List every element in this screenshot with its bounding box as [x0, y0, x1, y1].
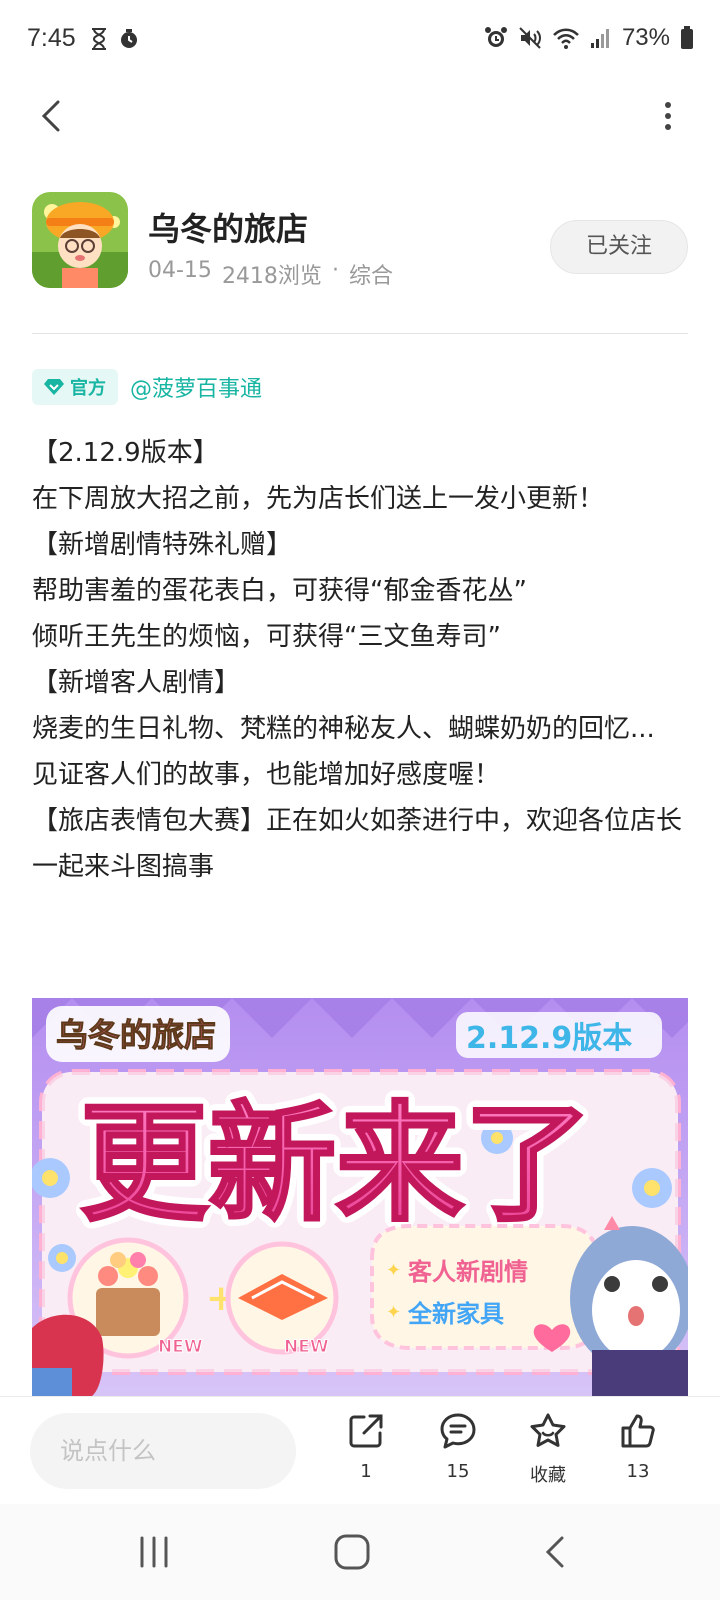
top-navigation: [0, 80, 720, 150]
post-line: 烧麦的生日礼物、梵糕的神秘友人、蝴蝶奶奶的回忆...: [32, 714, 655, 744]
new-badge: NEW: [284, 1337, 329, 1357]
view-count: 2418浏览: [221, 264, 322, 289]
post-line: 【新增客人剧情】: [32, 668, 241, 698]
like-button[interactable]: 13: [608, 1411, 668, 1491]
post-line: 倾听王先生的烦恼，可获得“三文鱼寿司”: [32, 622, 501, 652]
star-icon: [530, 1413, 566, 1447]
comment-input[interactable]: 说点什么: [30, 1413, 296, 1489]
post-banner-image[interactable]: 乌冬的旅店 2.12.9版本 更新来了 更新来了 NEW + NEW ✦ 客人新…: [32, 998, 688, 1396]
post-line: 见证客人们的故事，也能增加好感度喔！: [32, 760, 501, 790]
tag-row: 官方 @菠萝百事通: [32, 368, 262, 406]
status-bar: 7:45 73%: [0, 0, 720, 80]
post-meta: 04-15 2418浏览 · 综合: [148, 258, 393, 290]
post-category[interactable]: 综合: [349, 258, 393, 290]
mute-icon: [519, 27, 541, 49]
comment-icon: [440, 1413, 476, 1449]
wifi-icon: [553, 28, 579, 49]
author-header: 乌冬的旅店 04-15 2418浏览 · 综合 已关注: [32, 192, 688, 292]
post-line: 【2.12.9版本】: [32, 438, 219, 468]
svg-text:✦: ✦: [386, 1302, 401, 1323]
post-line: 帮助害羞的蛋花表白，可获得“郁金香花丛”: [32, 576, 527, 606]
battery-percent: 73%: [621, 24, 670, 51]
system-navigation-bar: [0, 1504, 720, 1600]
divider: [32, 333, 688, 334]
like-count: 13: [626, 1461, 650, 1482]
banner-headline: 更新来了: [80, 1090, 592, 1239]
system-back-icon[interactable]: [534, 1530, 578, 1574]
collect-label: 收藏: [530, 1465, 566, 1486]
post-line: 【旅店表情包大赛】正在如火如荼进行中，欢迎各位店长一起来斗图搞事: [32, 806, 683, 882]
thumbs-up-icon: [621, 1414, 655, 1448]
author-name[interactable]: 乌冬的旅店: [148, 204, 308, 250]
post-line: 在下周放大招之前，先为店长们送上一发小更新！: [32, 484, 605, 514]
svg-text:✦: ✦: [386, 1260, 401, 1281]
post-body: 【2.12.9版本】 在下周放大招之前，先为店长们送上一发小更新！ 【新增剧情特…: [32, 430, 688, 890]
more-options-icon[interactable]: [658, 96, 678, 136]
home-icon[interactable]: [330, 1530, 374, 1574]
comment-button[interactable]: 15: [428, 1411, 488, 1491]
banner-feature-2: 全新家具: [407, 1300, 504, 1328]
banner-logo-text: 乌冬的旅店: [56, 1016, 216, 1054]
signal-icon: [590, 29, 609, 48]
bottom-action-bar: 说点什么 1 15 收藏 13: [0, 1396, 720, 1504]
post-date: 04-15: [148, 258, 212, 283]
recent-apps-icon[interactable]: [132, 1530, 176, 1574]
post-line: 【新增剧情特殊礼赠】: [32, 530, 293, 560]
comment-count: 15: [446, 1461, 470, 1482]
timer-icon: [121, 29, 137, 48]
banner-feature-1: 客人新剧情: [408, 1258, 528, 1286]
collect-button[interactable]: 收藏: [518, 1411, 578, 1491]
banner-artwork: 乌冬的旅店 2.12.9版本 更新来了 更新来了 NEW + NEW ✦ 客人新…: [32, 998, 688, 1396]
share-button[interactable]: 1: [336, 1411, 396, 1491]
battery-icon: [681, 26, 693, 49]
share-count: 1: [360, 1461, 372, 1482]
new-badge: NEW: [158, 1337, 203, 1357]
meta-separator: ·: [331, 258, 339, 283]
back-arrow-icon[interactable]: [30, 94, 74, 138]
banner-version-text: 2.12.9版本: [466, 1021, 632, 1056]
official-badge: 官方: [32, 369, 118, 405]
mention-link[interactable]: @菠萝百事通: [130, 371, 262, 403]
avatar[interactable]: [32, 192, 128, 288]
status-time: 7:45: [27, 24, 76, 52]
alarm-icon: [484, 27, 507, 47]
diamond-check-icon: [44, 379, 64, 395]
official-label: 官方: [70, 378, 106, 399]
hourglass-icon: [92, 28, 106, 50]
share-icon: [349, 1414, 383, 1448]
follow-button[interactable]: 已关注: [550, 220, 688, 274]
